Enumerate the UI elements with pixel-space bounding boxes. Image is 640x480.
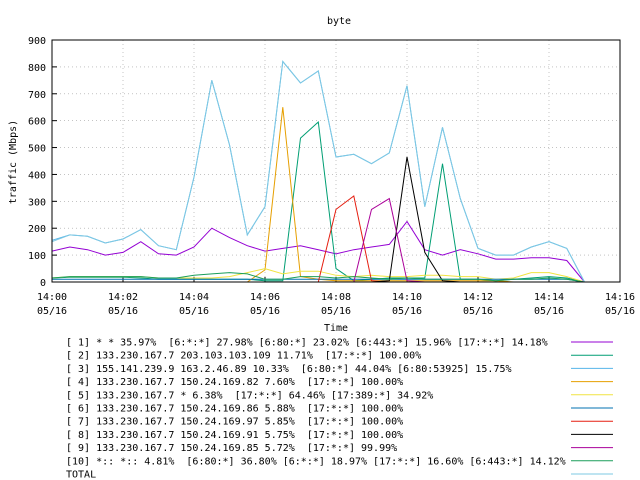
series-line-7	[52, 195, 585, 283]
x-tick-time: 14:10	[392, 292, 422, 303]
series-line-3	[51, 60, 585, 283]
legend-label: [ 6] 133.230.167.7 150.24.169.86 5.88% […	[66, 404, 403, 415]
series-line-2	[51, 120, 585, 283]
y-tick-label: 100	[28, 251, 46, 262]
x-ticks: 14:00 05/16 14:02 05/16 14:04 05/16 14:06 05/16…	[37, 277, 635, 317]
x-tick-time: 14:06	[250, 292, 280, 303]
x-tick-time: 14:12	[463, 292, 493, 303]
legend-label: [ 2] 133.230.167.7 203.103.103.109 11.71…	[66, 351, 421, 362]
series-line-1	[51, 220, 585, 283]
y-tick-label: 700	[28, 90, 46, 101]
x-tick-time: 14:14	[534, 292, 564, 303]
x-tick-date: 05/16	[37, 306, 67, 317]
y-tick-label: 900	[28, 36, 46, 47]
legend-label: [ 1] * * 35.97% [6:*:*] 27.98% [6:80:*] …	[66, 338, 548, 349]
series-line-4	[52, 107, 585, 283]
x-tick-time: 14:02	[108, 292, 138, 303]
series-line-8	[52, 156, 585, 283]
y-tick-label: 500	[28, 144, 46, 155]
series-lines	[51, 60, 585, 283]
x-tick-time: 14:08	[321, 292, 351, 303]
legend-label: [ 5] 133.230.167.7 * 6.38% [17:*:*] 64.4…	[66, 390, 433, 401]
x-tick-date: 05/16	[250, 306, 280, 317]
y-tick-label: 600	[28, 117, 46, 128]
legend-label: [ 4] 133.230.167.7 150.24.169.82 7.60% […	[66, 377, 403, 388]
legend-label: [10] *:: *:: 4.81% [6:80:*] 36.80% [6:*:…	[66, 456, 566, 467]
y-tick-label: 300	[28, 197, 46, 208]
x-tick-date: 05/16	[605, 306, 635, 317]
x-axis-label: Time	[324, 323, 348, 334]
x-tick-date: 05/16	[463, 306, 493, 317]
x-tick-date: 05/16	[392, 306, 422, 317]
x-tick-date: 05/16	[321, 306, 351, 317]
legend-label: [ 9] 133.230.167.7 150.24.169.85 5.72% […	[66, 443, 397, 454]
x-tick-date: 05/16	[179, 306, 209, 317]
chart-title: byte	[327, 16, 351, 27]
x-tick-date: 05/16	[108, 306, 138, 317]
legend-label: [ 8] 133.230.167.7 150.24.169.91 5.75% […	[66, 430, 403, 441]
series-line-9	[52, 197, 585, 283]
legend-label: [ 3] 155.141.239.9 163.2.46.89 10.33% [6…	[66, 364, 512, 375]
y-tick-label: 400	[28, 170, 46, 181]
legend-label: [ 7] 133.230.167.7 150.24.169.97 5.85% […	[66, 417, 403, 428]
y-axis-label: traffic (Mbps)	[8, 120, 19, 204]
y-tick-label: 200	[28, 224, 46, 235]
traffic-chart: byte traffic (Mbps) Time 0 100 200 300 400 50…	[8, 16, 635, 480]
x-tick-time: 14:16	[605, 292, 635, 303]
series-line-11	[51, 60, 585, 283]
y-tick-label: 800	[28, 63, 46, 74]
x-tick-time: 14:04	[179, 292, 209, 303]
legend-label: TOTAL	[66, 470, 96, 480]
legend: [ 1] * * 35.97% [6:*:*] 27.98% [6:80:*] …	[66, 338, 613, 480]
y-tick-label: 0	[40, 278, 46, 289]
x-tick-time: 14:00	[37, 292, 67, 303]
x-tick-date: 05/16	[534, 306, 564, 317]
